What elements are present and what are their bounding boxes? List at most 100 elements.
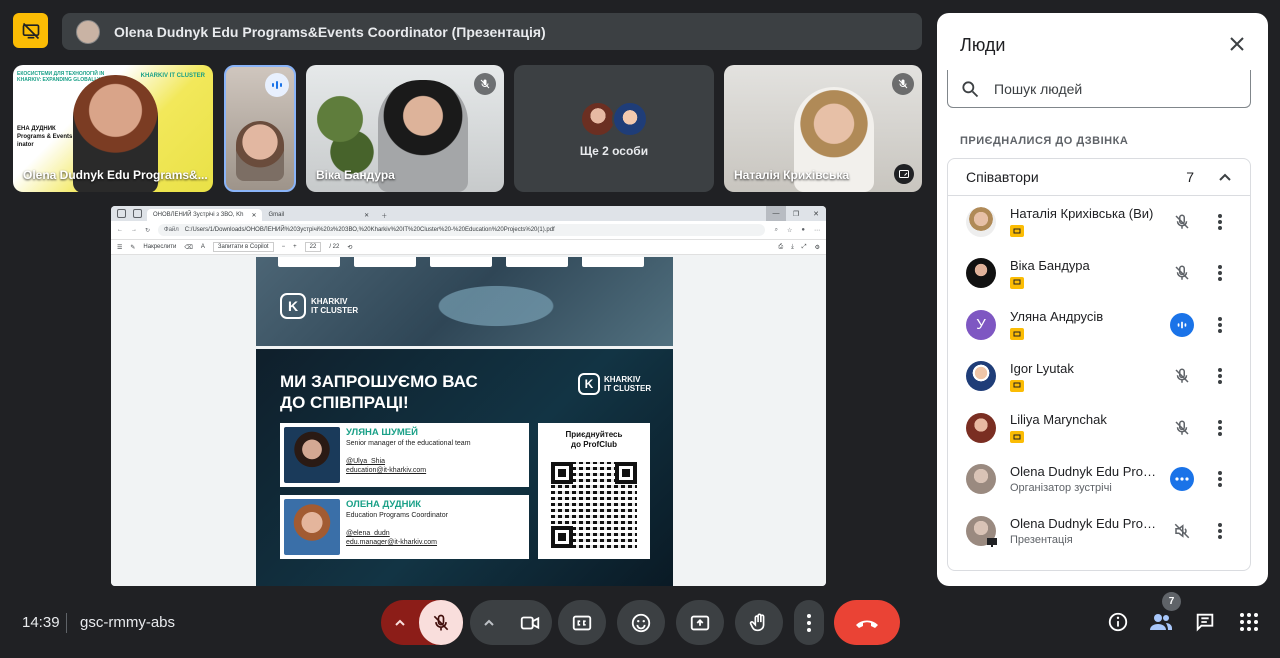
draw-button[interactable]: Накреслити [143, 244, 176, 250]
participant-row[interactable]: У Уляна Андрусів [948, 299, 1250, 351]
forward-icon[interactable]: → [131, 227, 137, 234]
close-tab-icon[interactable]: ✕ [251, 212, 256, 219]
participant-row[interactable]: Olena Dudnyk Edu Prog... Презентація [948, 505, 1250, 557]
zoom-in-icon[interactable]: + [293, 244, 297, 250]
co-host-badge-icon [1010, 431, 1024, 444]
profile-icon[interactable]: ● [801, 227, 805, 234]
people-panel: Люди Пошук людей ПРИЄДНАЛИСЯ ДО ДЗВІНКА … [937, 13, 1268, 586]
browser-tab[interactable]: ОНОВЛЕНИЙ Зустрічі з ЗВО, Kh ✕ [147, 209, 263, 221]
brand-line2: IT CLUSTER [604, 384, 652, 393]
mic-off-icon[interactable] [1170, 416, 1194, 440]
participant-tile-vika[interactable]: Віка Бандура [306, 65, 504, 192]
tab-actions-icon[interactable] [133, 209, 142, 218]
pdf-scrollbar[interactable] [817, 312, 823, 586]
participant-row[interactable]: Віка Бандура [948, 248, 1250, 300]
chevron-up-icon[interactable] [1218, 170, 1232, 184]
people-count-badge: 7 [1162, 592, 1181, 611]
browser-tab[interactable]: Gmail ✕ [262, 209, 376, 221]
picture-in-picture-icon[interactable] [894, 164, 914, 184]
more-options-icon[interactable] [1212, 210, 1228, 234]
rotate-icon[interactable]: ⟲ [347, 244, 352, 251]
mic-off-icon[interactable] [1170, 210, 1194, 234]
meeting-details-button[interactable] [1106, 610, 1130, 634]
erase-icon[interactable]: ⌫ [184, 244, 192, 251]
more-options-icon[interactable] [1212, 261, 1228, 285]
participant-info: Igor Lyutak [1010, 361, 1160, 392]
avatar [966, 258, 996, 289]
participant-tile-speaking[interactable] [224, 65, 296, 192]
participant-info: Уляна Андрусів [1010, 309, 1160, 341]
chat-button[interactable] [1193, 610, 1217, 634]
url-field[interactable]: Файл C:/Users/1/Downloads/ОНОВЛЕНИЙ%20Зус… [158, 224, 765, 236]
more-options-icon[interactable] [1212, 416, 1228, 440]
close-tab-icon[interactable]: ✕ [364, 212, 369, 219]
more-options-icon[interactable] [1212, 467, 1228, 491]
presentation-indicator[interactable] [13, 13, 48, 48]
mic-off-icon[interactable] [1170, 364, 1194, 388]
contents-icon[interactable]: ☰ [117, 244, 122, 251]
minimize-icon[interactable]: — [766, 206, 786, 221]
chevron-up-icon [395, 619, 405, 626]
participant-row[interactable]: Olena Dudnyk Edu Prog... Організатор зус… [948, 454, 1250, 506]
participant-tile-others[interactable]: Ще 2 особи [514, 65, 714, 192]
mic-off-icon[interactable] [1170, 261, 1194, 285]
participants-list: Наталія Крихівська (Ви) Віка Бандура У У… [948, 196, 1250, 557]
camera-toggle-button[interactable] [508, 612, 552, 634]
copilot-button[interactable]: Запитати в Copilot [212, 242, 274, 252]
more-options-button[interactable] [794, 600, 824, 645]
brand-text: KHARKIV IT CLUSTER [311, 297, 358, 315]
mic-off-icon [474, 73, 496, 95]
settings-icon[interactable]: ⚙ [815, 244, 820, 251]
close-window-icon[interactable]: ✕ [806, 206, 826, 221]
menu-icon[interactable]: ⋯ [814, 227, 820, 234]
save-icon[interactable]: ⤓ [791, 244, 794, 251]
activities-button[interactable] [1237, 610, 1261, 634]
zoom-out-icon[interactable]: − [282, 244, 286, 250]
participant-tile-olena[interactable]: ЕКОСИСТЕМИ ДЛЯ ТЕХНОЛОГІЙ IN KHARKIV: EX… [13, 65, 213, 192]
camera-options-button[interactable] [470, 617, 508, 629]
brand-logo: K KHARKIV IT CLUSTER [280, 293, 358, 319]
participant-row[interactable]: Igor Lyutak [948, 351, 1250, 403]
close-icon[interactable] [1228, 35, 1246, 53]
participant-row[interactable]: Liliya Marynchak [948, 402, 1250, 454]
participant-name: Liliya Marynchak [1010, 412, 1107, 428]
print-icon[interactable]: ⎙ [778, 244, 783, 251]
browser-tab-label: Gmail [268, 212, 285, 218]
participant-row[interactable]: Наталія Крихівська (Ви) [948, 196, 1250, 248]
participant-tile-natalia[interactable]: Наталія Крихівська [724, 65, 922, 192]
mic-toggle-button[interactable] [419, 600, 463, 645]
speaking-indicator-icon[interactable] [1170, 312, 1194, 337]
search-people-input[interactable]: Пошук людей [947, 70, 1251, 108]
more-options-icon[interactable] [1212, 519, 1228, 543]
raise-hand-button[interactable] [735, 600, 783, 645]
maximize-icon[interactable]: ❐ [786, 206, 806, 221]
new-tab-icon[interactable]: ＋ [375, 209, 394, 221]
presentation-title-bar[interactable]: Olena Dudnyk Edu Programs&Events Coordin… [62, 13, 922, 50]
participant-name: Olena Dudnyk Edu Prog... [1010, 464, 1160, 480]
present-button[interactable] [676, 600, 724, 645]
highlight-icon[interactable]: ✎ [130, 244, 135, 251]
contact-email: education@it-kharkiv.com [346, 467, 427, 474]
favorite-icon[interactable]: ☆ [787, 227, 792, 234]
window-menu-icon[interactable] [117, 209, 126, 218]
brand-line2: IT CLUSTER [311, 306, 359, 315]
reactions-button[interactable] [617, 600, 665, 645]
reload-icon[interactable]: ↻ [145, 227, 150, 234]
group-header[interactable]: Співавтори 7 [948, 159, 1250, 196]
people-button[interactable] [1149, 610, 1173, 634]
shared-screen[interactable]: ОНОВЛЕНИЙ Зустрічі з ЗВО, Kh ✕ Gmail ✕ ＋ —… [111, 206, 826, 586]
page-number-input[interactable]: 22 [304, 242, 322, 252]
fullscreen-icon[interactable]: ⤢ [802, 244, 807, 251]
more-audio-icon[interactable] [1170, 467, 1194, 492]
co-host-badge-icon [1010, 276, 1024, 289]
zoom-icon[interactable]: ⌕ [775, 227, 778, 234]
mic-options-button[interactable] [381, 600, 419, 645]
audio-off-icon[interactable] [1170, 519, 1194, 543]
captions-button[interactable] [558, 600, 606, 645]
read-aloud-icon[interactable]: A [201, 244, 205, 250]
more-options-icon[interactable] [1212, 313, 1228, 337]
pdf-viewport[interactable]: K KHARKIV IT CLUSTER МИ ЗАПРОШУЄМО ВАС ДО… [111, 257, 826, 586]
back-icon[interactable]: ← [117, 227, 123, 234]
more-options-icon[interactable] [1212, 364, 1228, 388]
leave-call-button[interactable] [834, 600, 900, 645]
